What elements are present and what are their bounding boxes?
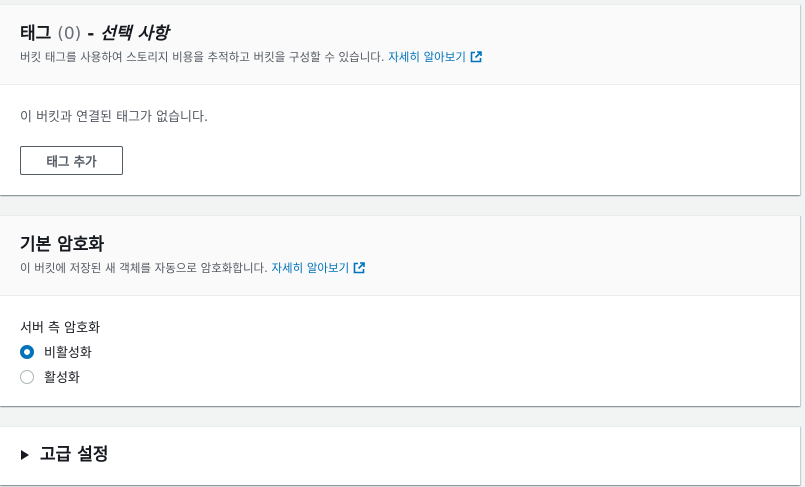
external-link-icon bbox=[353, 262, 365, 274]
server-side-encryption-label: 서버 측 암호화 bbox=[20, 321, 101, 336]
radio-enable-label: 활성화 bbox=[44, 371, 80, 386]
encryption-learn-more-link[interactable]: 자세히 알아보기 bbox=[271, 261, 365, 275]
advanced-settings-header[interactable]: 고급 설정 bbox=[21, 443, 108, 467]
encryption-description: 이 버킷에 저장된 새 객체를 자동으로 암호화합니다. 자세히 알아보기 bbox=[20, 260, 780, 276]
tags-count: (0) bbox=[57, 24, 82, 44]
encryption-description-text: 이 버킷에 저장된 새 객체를 자동으로 암호화합니다. bbox=[20, 261, 268, 275]
encryption-title: 기본 암호화 bbox=[20, 235, 105, 255]
encryption-learn-more-text: 자세히 알아보기 bbox=[271, 261, 350, 275]
add-tag-button[interactable]: 태그 추가 bbox=[20, 146, 123, 175]
radio-enable[interactable] bbox=[20, 369, 34, 384]
radio-disable[interactable] bbox=[20, 344, 34, 359]
tags-learn-more-text: 자세히 알아보기 bbox=[388, 50, 466, 64]
advanced-settings-title: 고급 설정 bbox=[40, 445, 109, 465]
encryption-panel-header: 기본 암호화 이 버킷에 저장된 새 객체를 자동으로 암호화합니다. 자세히 … bbox=[0, 216, 800, 296]
tags-title-text: 태그 bbox=[20, 24, 52, 44]
default-encryption-panel: 기본 암호화 이 버킷에 저장된 새 객체를 자동으로 암호화합니다. 자세히 … bbox=[0, 215, 800, 406]
tags-description-text: 버킷 태그를 사용하여 스토리지 비용을 추적하고 버킷을 구성할 수 있습니다… bbox=[20, 50, 385, 64]
tags-empty-text: 이 버킷과 연결된 태그가 없습니다. bbox=[20, 110, 209, 125]
tags-description: 버킷 태그를 사용하여 스토리지 비용을 추적하고 버킷을 구성할 수 있습니다… bbox=[20, 49, 780, 65]
tags-learn-more-link[interactable]: 자세히 알아보기 bbox=[388, 50, 482, 64]
tags-panel: 태그 (0) - 선택 사항 버킷 태그를 사용하여 스토리지 비용을 추적하고… bbox=[0, 4, 800, 195]
advanced-settings-panel[interactable]: 고급 설정 bbox=[0, 426, 800, 485]
tags-title-dash: - bbox=[87, 24, 95, 44]
external-link-icon bbox=[470, 51, 482, 63]
caret-right-icon bbox=[21, 450, 29, 460]
radio-option-disable[interactable]: 비활성화 bbox=[20, 342, 92, 361]
tags-panel-header: 태그 (0) - 선택 사항 버킷 태그를 사용하여 스토리지 비용을 추적하고… bbox=[0, 5, 800, 85]
radio-disable-label: 비활성화 bbox=[44, 346, 92, 361]
tags-title: 태그 (0) - 선택 사항 bbox=[20, 22, 780, 46]
tags-optional-label: 선택 사항 bbox=[100, 24, 169, 44]
radio-option-enable[interactable]: 활성화 bbox=[20, 367, 80, 386]
